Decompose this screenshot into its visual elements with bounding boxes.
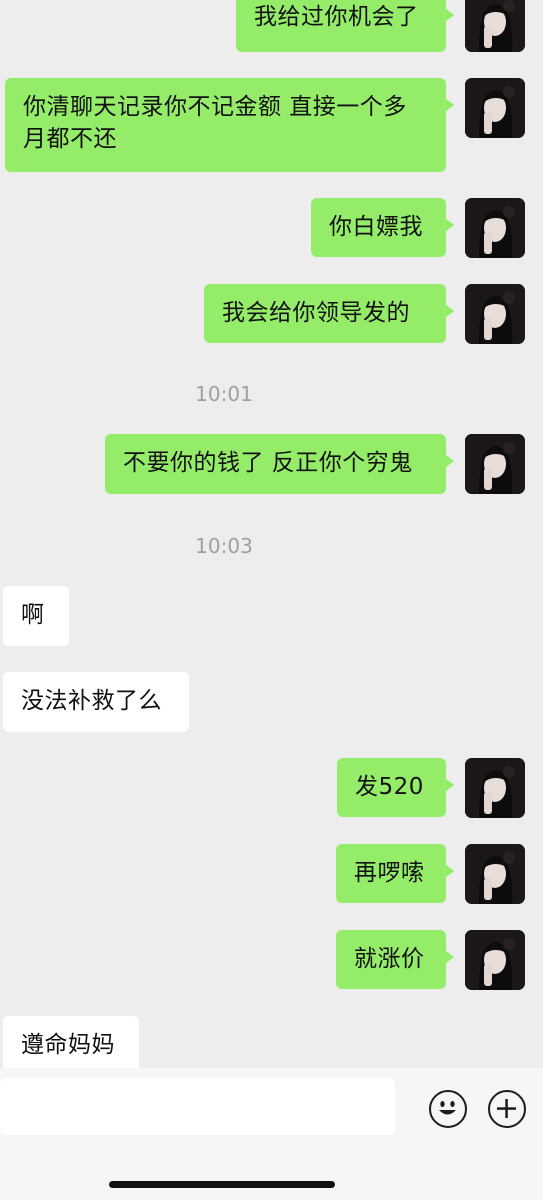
- message-bubble-incoming[interactable]: 没法补救了么: [3, 672, 189, 732]
- avatar-photo: [465, 78, 525, 138]
- message-bubble-outgoing[interactable]: 不要你的钱了 反正你个穷鬼: [105, 434, 454, 494]
- avatar-photo: [465, 0, 525, 52]
- avatar[interactable]: [465, 78, 525, 138]
- avatar[interactable]: [465, 198, 525, 258]
- avatar-photo: [465, 844, 525, 904]
- message-bubble-incoming[interactable]: 遵命妈妈: [3, 1016, 139, 1068]
- emoji-icon[interactable]: [429, 1090, 467, 1128]
- avatar-photo: [465, 930, 525, 990]
- chat-message-list[interactable]: 我给过你机会了 你清聊天记录你不记金额 直接一个多 月都不还 你白嫖我 我会给你…: [0, 0, 543, 1068]
- avatar[interactable]: [465, 0, 525, 52]
- avatar[interactable]: [465, 758, 525, 818]
- message-bubble-outgoing[interactable]: 我会给你领导发的: [204, 284, 454, 343]
- message-input[interactable]: [0, 1078, 395, 1135]
- avatar-photo: [465, 198, 525, 258]
- message-bubble-outgoing[interactable]: 再啰嗦: [336, 844, 454, 903]
- avatar[interactable]: [465, 434, 525, 494]
- avatar[interactable]: [465, 284, 525, 344]
- avatar-photo: [465, 758, 525, 818]
- message-bubble-outgoing[interactable]: 发520: [337, 758, 454, 817]
- timestamp: 10:01: [195, 382, 253, 406]
- plus-icon[interactable]: [488, 1090, 526, 1128]
- message-bubble-outgoing[interactable]: 我给过你机会了: [236, 0, 454, 52]
- home-indicator[interactable]: [109, 1181, 335, 1188]
- message-bubble-outgoing[interactable]: 你清聊天记录你不记金额 直接一个多 月都不还: [5, 78, 454, 172]
- avatar-photo: [465, 434, 525, 494]
- message-bubble-outgoing[interactable]: 就涨价: [336, 930, 454, 989]
- message-bubble-outgoing[interactable]: 你白嫖我: [311, 198, 454, 257]
- avatar[interactable]: [465, 844, 525, 904]
- message-bubble-incoming[interactable]: 啊: [3, 586, 69, 646]
- timestamp: 10:03: [195, 534, 253, 558]
- avatar-photo: [465, 284, 525, 344]
- avatar[interactable]: [465, 930, 525, 990]
